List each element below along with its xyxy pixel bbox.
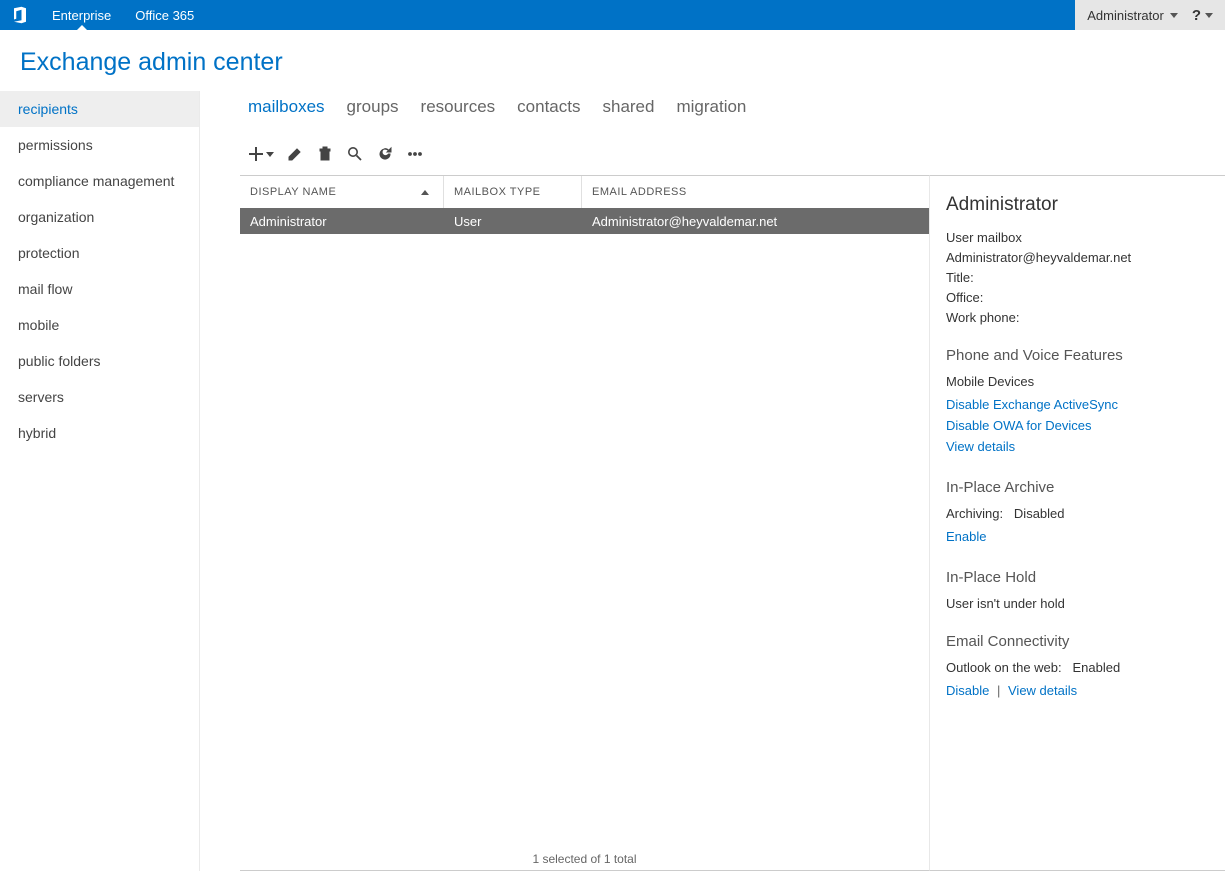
sidebar-item-permissions[interactable]: permissions (0, 127, 199, 163)
caret-down-icon (1205, 13, 1213, 18)
tab-migration[interactable]: migration (676, 97, 746, 117)
details-workphone: Work phone: (946, 310, 1213, 325)
owa-status: Enabled (1072, 660, 1120, 675)
link-view-details-owa[interactable]: View details (1008, 683, 1077, 698)
cell-display-name: Administrator (240, 214, 444, 229)
sort-asc-icon (421, 190, 429, 195)
section-inplace-archive: In-Place Archive (946, 479, 1213, 496)
main-content: mailboxes groups resources contacts shar… (200, 91, 1225, 871)
sidebar-item-protection[interactable]: protection (0, 235, 199, 271)
tab-groups[interactable]: groups (347, 97, 399, 117)
col-email-address[interactable]: EMAIL ADDRESS (582, 176, 929, 208)
office-logo-icon (0, 0, 40, 30)
user-menu[interactable]: Administrator (1087, 8, 1178, 23)
archiving-status: Disabled (1014, 506, 1065, 521)
status-bar: 1 selected of 1 total (240, 844, 929, 870)
details-office: Office: (946, 290, 1213, 305)
archiving-label: Archiving: (946, 506, 1003, 521)
link-disable-eas[interactable]: Disable Exchange ActiveSync (946, 397, 1118, 412)
cell-mailbox-type: User (444, 214, 582, 229)
cell-email: Administrator@heyvaldemar.net (582, 214, 929, 229)
tab-shared[interactable]: shared (602, 97, 654, 117)
caret-down-icon (1170, 13, 1178, 18)
col-display-name[interactable]: DISPLAY NAME (240, 176, 444, 208)
page-title: Exchange admin center (0, 30, 1225, 91)
scroll-spacer (946, 701, 1213, 741)
subtabs: mailboxes groups resources contacts shar… (240, 91, 1225, 145)
toolbar (240, 145, 1225, 163)
sidebar-item-publicfolders[interactable]: public folders (0, 343, 199, 379)
top-bar: Enterprise Office 365 Administrator ? (0, 0, 1225, 30)
details-mailbox-kind: User mailbox (946, 230, 1213, 245)
owa-row: Outlook on the web: Enabled (946, 660, 1213, 675)
sidebar-item-compliance[interactable]: compliance management (0, 163, 199, 199)
user-name: Administrator (1087, 8, 1164, 23)
table-details-wrap: DISPLAY NAME MAILBOX TYPE EMAIL ADDRESS … (240, 175, 1225, 871)
sidebar: recipients permissions compliance manage… (0, 91, 200, 871)
section-inplace-hold: In-Place Hold (946, 569, 1213, 586)
hold-status: User isn't under hold (946, 596, 1213, 611)
topbar-tab-enterprise[interactable]: Enterprise (40, 0, 123, 30)
tab-mailboxes[interactable]: mailboxes (248, 97, 325, 117)
topbar-spacer (206, 0, 1075, 30)
separator: | (997, 683, 1000, 698)
topbar-right: Administrator ? (1075, 0, 1225, 30)
topbar-tab-office365[interactable]: Office 365 (123, 0, 206, 30)
search-button[interactable] (346, 145, 364, 163)
col-header-label: EMAIL ADDRESS (592, 186, 687, 198)
section-email-connectivity: Email Connectivity (946, 633, 1213, 650)
edit-button[interactable] (286, 145, 304, 163)
mobile-devices-label: Mobile Devices (946, 374, 1213, 389)
sidebar-item-servers[interactable]: servers (0, 379, 199, 415)
link-disable-owa-devices[interactable]: Disable OWA for Devices (946, 418, 1091, 433)
details-email: Administrator@heyvaldemar.net (946, 250, 1213, 265)
caret-down-icon (266, 152, 274, 157)
tab-resources[interactable]: resources (421, 97, 496, 117)
help-button[interactable]: ? (1192, 7, 1213, 24)
table-body: Administrator User Administrator@heyvald… (240, 208, 929, 844)
sidebar-item-hybrid[interactable]: hybrid (0, 415, 199, 451)
link-disable-owa[interactable]: Disable (946, 683, 989, 698)
help-icon: ? (1192, 7, 1201, 24)
tab-contacts[interactable]: contacts (517, 97, 580, 117)
sidebar-item-organization[interactable]: organization (0, 199, 199, 235)
sidebar-item-mailflow[interactable]: mail flow (0, 271, 199, 307)
col-header-label: MAILBOX TYPE (454, 186, 541, 198)
table-row[interactable]: Administrator User Administrator@heyvald… (240, 208, 929, 234)
details-title: Title: (946, 270, 1213, 285)
link-view-details-mobile[interactable]: View details (946, 439, 1015, 454)
owa-label: Outlook on the web: (946, 660, 1062, 675)
col-mailbox-type[interactable]: MAILBOX TYPE (444, 176, 582, 208)
delete-button[interactable] (316, 145, 334, 163)
sidebar-item-mobile[interactable]: mobile (0, 307, 199, 343)
table-header: DISPLAY NAME MAILBOX TYPE EMAIL ADDRESS (240, 176, 929, 208)
mailbox-table: DISPLAY NAME MAILBOX TYPE EMAIL ADDRESS … (240, 175, 929, 871)
sidebar-item-recipients[interactable]: recipients (0, 91, 199, 127)
refresh-button[interactable] (376, 145, 394, 163)
more-button[interactable] (406, 145, 424, 163)
add-button[interactable] (248, 146, 274, 162)
details-name: Administrator (946, 194, 1213, 216)
archiving-row: Archiving: Disabled (946, 506, 1213, 521)
body-area: recipients permissions compliance manage… (0, 91, 1225, 871)
link-enable-archive[interactable]: Enable (946, 529, 986, 544)
details-pane: Administrator User mailbox Administrator… (929, 175, 1225, 871)
section-phone-voice: Phone and Voice Features (946, 347, 1213, 364)
col-header-label: DISPLAY NAME (250, 186, 336, 198)
